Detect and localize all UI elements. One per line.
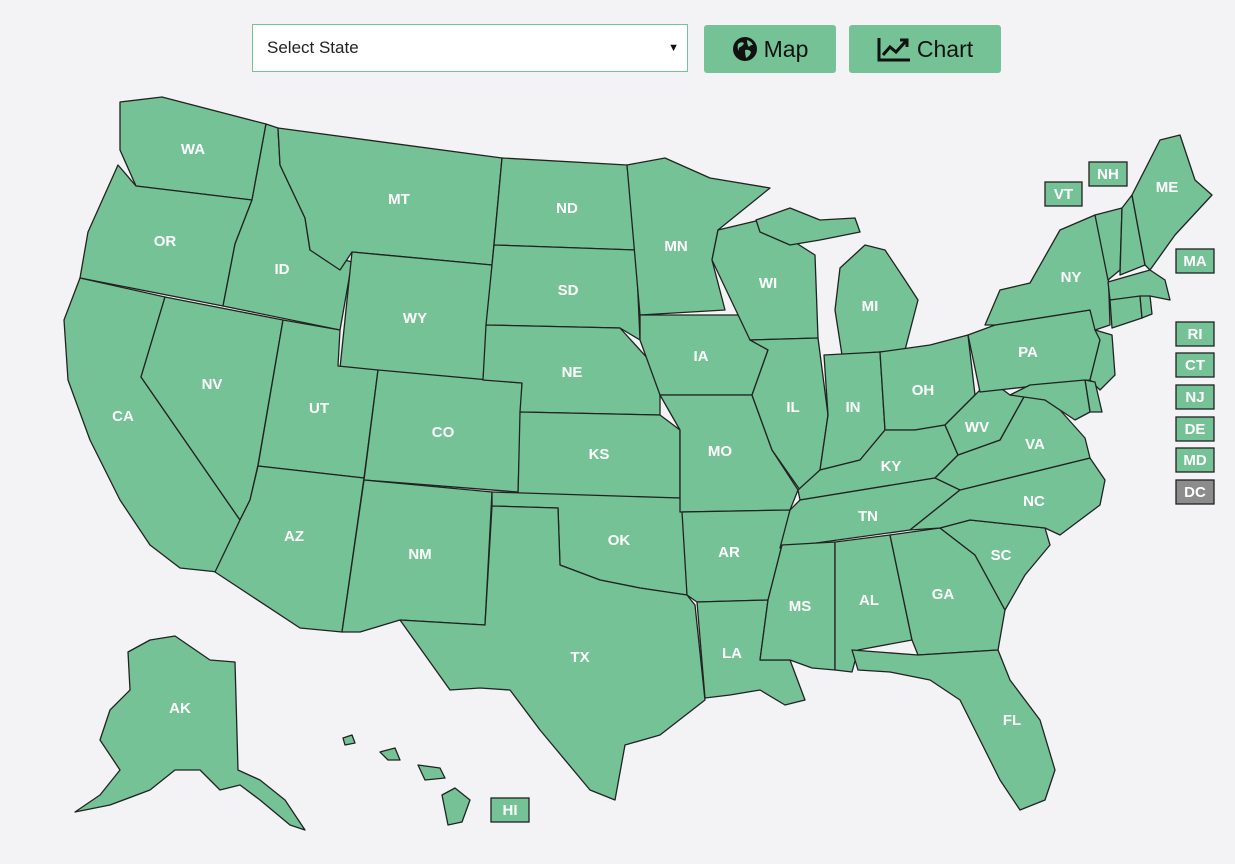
state-ak[interactable] [74, 635, 306, 831]
state-mi[interactable] [834, 244, 919, 356]
box-vt[interactable]: VT [1044, 181, 1083, 207]
box-ri[interactable]: RI [1175, 321, 1215, 347]
state-nd[interactable] [493, 157, 637, 251]
state-nm[interactable] [341, 479, 493, 633]
box-nj[interactable]: NJ [1175, 384, 1215, 410]
state-mt[interactable] [277, 127, 503, 271]
box-ct[interactable]: CT [1175, 352, 1215, 378]
state-fl[interactable] [851, 649, 1056, 811]
box-de[interactable]: DE [1175, 416, 1215, 442]
box-nh[interactable]: NH [1088, 161, 1128, 187]
state-ks[interactable] [517, 411, 681, 499]
us-map: WA OR CA ID NV MT WY UT AZ CO NM ND SD N… [0, 0, 1235, 864]
box-ma[interactable]: MA [1175, 248, 1215, 274]
us-map-svg: WA OR CA ID NV MT WY UT AZ CO NM ND SD N… [63, 96, 1215, 831]
box-hi[interactable]: HI [490, 797, 530, 823]
state-wa[interactable] [119, 96, 267, 201]
state-ny[interactable] [984, 214, 1111, 331]
box-md[interactable]: MD [1175, 447, 1215, 473]
state-wy[interactable] [339, 251, 493, 381]
box-dc[interactable]: DC [1175, 479, 1215, 505]
state-ct-shape[interactable] [1109, 295, 1143, 329]
state-hi[interactable] [342, 734, 471, 826]
state-co[interactable] [363, 369, 523, 493]
state-ri-shape[interactable] [1139, 295, 1153, 319]
